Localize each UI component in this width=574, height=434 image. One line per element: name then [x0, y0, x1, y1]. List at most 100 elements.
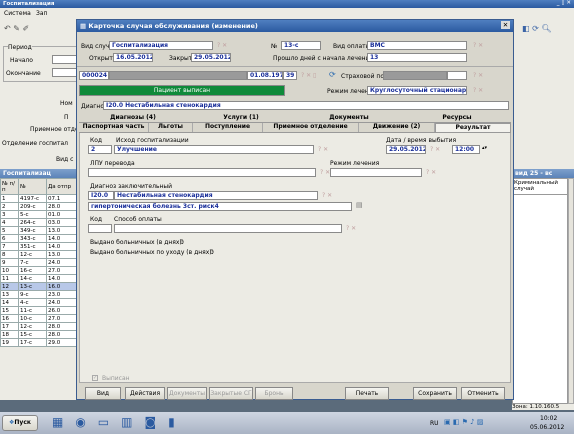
- tab-diagnoses[interactable]: Диагнозы (4): [79, 114, 187, 123]
- final-name[interactable]: Нестабильная стенокардия: [114, 191, 318, 200]
- discharged-checkbox[interactable]: ✓: [92, 375, 98, 381]
- print-button[interactable]: Печать: [345, 387, 389, 400]
- table-row[interactable]: 7 351-с 14.0: [0, 242, 80, 251]
- view-button[interactable]: Вид: [85, 387, 121, 400]
- table-cell: 343-с: [18, 234, 47, 243]
- mode-field[interactable]: Круглосуточный стационар: [367, 86, 467, 95]
- date-field[interactable]: 29.05.2012: [386, 145, 426, 154]
- payment-field[interactable]: [114, 224, 342, 233]
- window-controls[interactable]: _ ▯ ✕: [557, 0, 571, 7]
- close-label: Закрыт: [169, 55, 193, 62]
- actions-button[interactable]: Действия: [125, 387, 165, 400]
- patient-id[interactable]: 000024: [79, 71, 109, 80]
- menu-system[interactable]: Система: [4, 10, 31, 17]
- open-field[interactable]: 16.05.2012: [113, 53, 153, 62]
- start-button[interactable]: ❖Пуск: [2, 415, 38, 431]
- tray-icons[interactable]: ▣ ◧ ⚑ ♪ ▨: [444, 418, 483, 426]
- table-row[interactable]: 10 16-с 27.0: [0, 266, 80, 275]
- table-row[interactable]: 3 5-с 01.0: [0, 210, 80, 219]
- right-tool-icons[interactable]: ◧ ⟳ 🔍︎: [522, 24, 552, 33]
- tab-passport[interactable]: Паспортная часть: [79, 123, 149, 132]
- outcome-icons[interactable]: ? ✕: [318, 146, 328, 153]
- table-row[interactable]: 15 11-с 26.0: [0, 306, 80, 315]
- transfer-icons[interactable]: ? ✕: [320, 169, 330, 176]
- final-code[interactable]: I20.0: [88, 191, 114, 200]
- tool-icons[interactable]: ↶ ✎ ✐: [4, 24, 29, 33]
- kod2-field[interactable]: [88, 224, 112, 233]
- table-row[interactable]: 5 349-с 13.0: [0, 226, 80, 235]
- time-spinner[interactable]: ▴▾: [482, 145, 487, 151]
- payment-icons[interactable]: ? ✕: [346, 225, 356, 232]
- tab-documents[interactable]: Документы: [295, 114, 403, 123]
- kod-field[interactable]: 2: [88, 145, 112, 154]
- final-text[interactable]: гипертоническая болезнь 3ст. риск4: [88, 202, 352, 211]
- col-criminal[interactable]: Криминальный случай: [513, 179, 567, 195]
- close-icon[interactable]: ✕: [501, 21, 510, 29]
- closed-button[interactable]: Закрытые СГ: [209, 387, 253, 400]
- patient-icons[interactable]: ? ✕ ▯: [301, 72, 316, 79]
- pay-icons[interactable]: ? ✕: [473, 42, 483, 49]
- num-field[interactable]: 13-с: [281, 41, 321, 50]
- booking-button[interactable]: Бронь: [255, 387, 293, 400]
- lang-indicator[interactable]: RU: [430, 420, 439, 427]
- left-panel: Период Начало Окончание Ном П Приемное о…: [0, 40, 80, 400]
- table-row[interactable]: 11 14-с 14.0: [0, 274, 80, 283]
- table-row[interactable]: 6 343-с 14.0: [0, 234, 80, 243]
- menu-zap[interactable]: Зап: [36, 10, 47, 17]
- diag-field[interactable]: I20.0 Нестабильная стенокардия: [103, 101, 509, 110]
- table-row[interactable]: 19 17-с 29.0: [0, 338, 80, 347]
- hospitalization-grid[interactable]: № п/п № Да отпр 1 4197-с 07.1 2 209-с 28.0 3 5-…: [0, 178, 80, 347]
- patient-age[interactable]: 39: [283, 71, 297, 80]
- save-button[interactable]: Сохранить: [413, 387, 457, 400]
- mode-icons[interactable]: ? ✕: [473, 87, 483, 94]
- tab-admission-dept[interactable]: Приемное отделение: [263, 123, 359, 132]
- app-title: Госпитализация: [3, 1, 55, 7]
- days-field[interactable]: 13: [367, 53, 467, 62]
- start-field[interactable]: [52, 55, 78, 64]
- transfer-field[interactable]: [88, 168, 316, 177]
- tab-result[interactable]: Результат: [435, 123, 511, 132]
- col-no[interactable]: №: [18, 178, 47, 195]
- close-field[interactable]: 29.05.2012: [191, 53, 231, 62]
- cancel-button[interactable]: Отменить: [461, 387, 505, 400]
- table-row[interactable]: 4 264-с 03.0: [0, 218, 80, 227]
- tab-benefits[interactable]: Льготы: [149, 123, 193, 132]
- vid-icons[interactable]: ? ✕: [217, 42, 227, 49]
- mode2-field[interactable]: [330, 168, 422, 177]
- right-scroll[interactable]: [568, 178, 574, 404]
- refresh-icon[interactable]: ⟳: [329, 70, 336, 79]
- pay-field[interactable]: ВМС: [367, 41, 467, 50]
- table-row[interactable]: 14 4-с 24.0: [0, 298, 80, 307]
- right-grid[interactable]: Криминальный случай: [512, 178, 568, 404]
- table-row[interactable]: 16 10-с 27.0: [0, 314, 80, 323]
- table-row[interactable]: 2 209-с 28.0: [0, 202, 80, 211]
- table-cell: 4197-с: [18, 194, 47, 203]
- table-row[interactable]: 13 9-с 23.0: [0, 290, 80, 299]
- policy-field[interactable]: [447, 71, 467, 80]
- tab-services[interactable]: Услуги (1): [187, 114, 295, 123]
- end-field[interactable]: [52, 68, 78, 77]
- table-row[interactable]: 17 12-с 28.0: [0, 322, 80, 331]
- col-date[interactable]: Да отпр: [46, 178, 80, 195]
- taskbar-app-icons[interactable]: ▦◉▭▥◙▮: [52, 415, 187, 429]
- policy-icons[interactable]: ? ✕: [473, 72, 483, 79]
- table-row[interactable]: 18 15-с 28.0: [0, 330, 80, 339]
- table-row[interactable]: 12 13-с 16.0: [0, 282, 80, 291]
- table-row[interactable]: 8 12-с 13.0: [0, 250, 80, 259]
- patient-dob[interactable]: 01.08.1972: [247, 71, 283, 80]
- col-npp[interactable]: № п/п: [0, 178, 19, 195]
- tab-movement[interactable]: Движение (2): [359, 123, 435, 132]
- time-field[interactable]: 12:00: [452, 145, 480, 154]
- tab-admission[interactable]: Поступление: [193, 123, 263, 132]
- final-edit-icon[interactable]: ▤: [356, 201, 363, 209]
- mode2-icons[interactable]: ? ✕: [426, 169, 436, 176]
- table-row[interactable]: 1 4197-с 07.1: [0, 194, 80, 203]
- date-icons[interactable]: ? ✕: [430, 146, 440, 153]
- documents-button[interactable]: Документы: [167, 387, 207, 400]
- vid-field[interactable]: Госпитализация: [109, 41, 213, 50]
- final-icons[interactable]: ? ✕: [322, 192, 332, 199]
- outcome-field[interactable]: Улучшение: [114, 145, 314, 154]
- table-cell: 11: [0, 274, 19, 283]
- table-row[interactable]: 9 7-с 24.0: [0, 258, 80, 267]
- tab-resources[interactable]: Ресурсы: [403, 114, 511, 123]
